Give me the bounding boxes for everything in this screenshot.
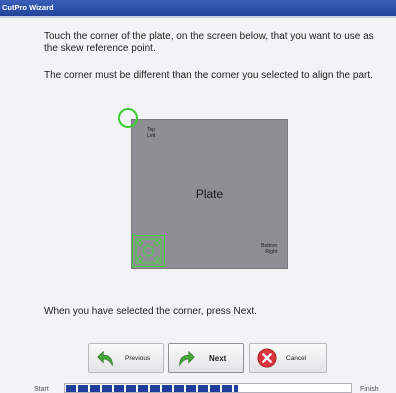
progress-start-label: Start bbox=[34, 386, 49, 393]
selected-corner-marker[interactable] bbox=[132, 235, 165, 267]
title-bar-divider bbox=[0, 16, 396, 18]
progress-finish-label: Finish bbox=[360, 386, 379, 393]
window-title: CutPro Wizard bbox=[2, 3, 54, 12]
cancel-button-label: Cancel bbox=[286, 354, 307, 362]
cancel-button[interactable]: Cancel bbox=[249, 343, 327, 373]
instruction-line-1: Touch the corner of the plate, on the sc… bbox=[44, 31, 374, 54]
previous-button[interactable]: Previous bbox=[88, 343, 164, 373]
corner-label-top-left: Top Left bbox=[147, 127, 156, 139]
cancel-x-icon bbox=[257, 348, 277, 368]
align-target-icon bbox=[135, 238, 162, 264]
previous-button-label: Previous bbox=[125, 354, 151, 362]
corner-label-bottom-right: Bottom Right bbox=[261, 243, 277, 255]
plate-label: Plate bbox=[195, 187, 224, 201]
wizard-progress-bar bbox=[64, 383, 352, 393]
arrow-forward-icon bbox=[179, 350, 195, 367]
progress-fill bbox=[66, 385, 238, 392]
instruction-line-2: The corner must be different than the co… bbox=[44, 70, 373, 81]
next-button[interactable]: Next bbox=[168, 343, 244, 373]
arrow-back-icon bbox=[97, 350, 113, 367]
window-title-bar: CutPro Wizard bbox=[0, 0, 396, 16]
next-button-label: Next bbox=[209, 353, 227, 363]
top-left-corner-target[interactable] bbox=[118, 108, 138, 128]
footer-instruction: When you have selected the corner, press… bbox=[44, 306, 257, 317]
